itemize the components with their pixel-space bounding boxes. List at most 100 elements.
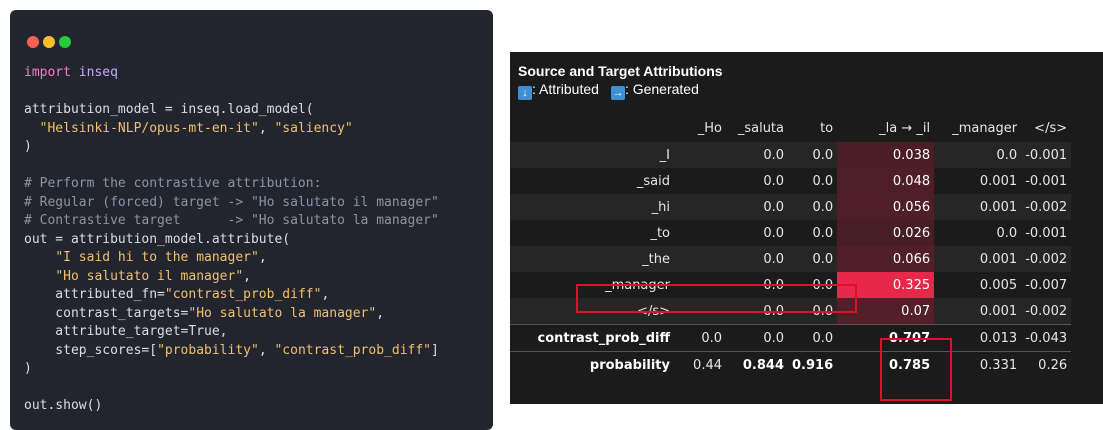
table-cell [674, 298, 726, 325]
step-score-cell: 0.26 [1021, 351, 1072, 378]
heat-cell: 0.038 [837, 142, 935, 168]
code-token: import [24, 65, 79, 80]
heat-cell: 0.066 [837, 246, 935, 272]
step-score-label: probability [510, 351, 674, 378]
row-label: _the [510, 246, 674, 272]
table-cell: -0.002 [1021, 246, 1072, 272]
code-line: attribution_model = inseq.load_model( [24, 101, 439, 120]
code-token: , [243, 268, 251, 284]
code-line: "Helsinki-NLP/opus-mt-en-it", "saliency" [24, 120, 439, 139]
code-line: # Regular (forced) target -> "Ho salutat… [24, 194, 439, 213]
table-cell: -0.001 [1025, 225, 1068, 241]
row-label: </s> [510, 298, 674, 325]
table-row: _hi 0.0 0.0 0.056 0.001 -0.002 [510, 194, 1072, 220]
row-label: _I [510, 142, 674, 168]
code-token: attribute_target=True, [24, 324, 228, 339]
code-token: out.show() [24, 398, 103, 413]
table-cell [674, 194, 726, 220]
code-token: out = attribution_model.attribute( [24, 231, 291, 247]
code-line: "Ho salutato il manager", [24, 268, 439, 287]
table-cell: 0.0 [726, 194, 788, 220]
table-cell: 0.0 [726, 246, 788, 272]
step-score-cell: 0.844 [726, 351, 788, 378]
code-token: ) [24, 361, 32, 376]
code-token: "I said hi to the manager" [55, 250, 259, 265]
code-token: , [258, 120, 275, 136]
table-cell: 0.0 [934, 142, 1022, 168]
heat-cell: 0.026 [837, 220, 935, 246]
code-window: import inseq attribution_model = inseq.lo… [10, 10, 493, 430]
table-cell: -0.002 [1021, 194, 1072, 220]
code-line: contrast_targets="Ho salutato la manager… [24, 305, 439, 324]
code-token: attribution_model = inseq.load_model( [24, 102, 314, 117]
table-cell: 0.0 [812, 277, 834, 293]
table-row: _to 0.0 0.0 0.026 0.0 -0.001 [510, 220, 1071, 246]
header-corner [510, 114, 674, 142]
table-cell: 0.0 [763, 277, 784, 293]
code-line: # Perform the contrastive attribution: [24, 175, 439, 194]
table-row: _manager 0.0 0.0 0.325 0.005 -0.007 [510, 272, 1071, 298]
generated-arrow-icon: → [610, 86, 625, 100]
table-cell: 0.001 [934, 194, 1022, 220]
heat-cell: 0.07 [837, 298, 935, 325]
table-row: </s> 0.0 0.0 0.07 0.001 -0.002 [510, 298, 1072, 325]
code-token: inseq [78, 65, 118, 80]
close-dot-icon[interactable] [27, 36, 39, 48]
step-score-cell: 0.0 [674, 324, 726, 352]
table-cell: 0.0 [763, 225, 784, 241]
table-cell [674, 168, 726, 194]
table-cell [674, 220, 726, 246]
code-token: "saliency" [274, 120, 353, 136]
table-cell: 0.001 [934, 298, 1022, 325]
step-score-row: contrast_prob_diff 0.0 0.0 0.0 0.707 0.013 -0.… [510, 324, 1072, 352]
table-cell: 0.0 [763, 173, 784, 189]
code-token: , [376, 305, 385, 321]
table-cell: 0.0 [726, 142, 788, 168]
minimize-dot-icon[interactable] [43, 36, 55, 48]
code-line: step_scores=["probability", "contrast_pr… [24, 342, 439, 361]
table-cell: 0.0 [812, 173, 834, 189]
code-token: "contrast_prob_diff" [274, 342, 432, 358]
heat-cell: 0.048 [837, 168, 935, 194]
table-cell: -0.002 [1021, 298, 1072, 325]
column-header: _la → _il [879, 120, 931, 136]
maximize-dot-icon[interactable] [59, 36, 71, 48]
table-cell: -0.001 [1021, 142, 1072, 168]
step-score-label: contrast_prob_diff [510, 324, 674, 352]
code-line: "I said hi to the manager", [24, 249, 439, 268]
table-cell [674, 142, 726, 168]
row-label: _manager [605, 277, 670, 293]
code-token: attributed_fn= [24, 287, 165, 302]
column-header: _Ho [697, 120, 722, 136]
table-cell: -0.001 [1025, 173, 1068, 189]
table-cell: 0.0 [788, 194, 838, 220]
row-label: _hi [510, 194, 674, 220]
code-token: "probability" [157, 342, 259, 358]
code-token: step_scores=[ [24, 342, 158, 358]
code-line: attribute_target=True, [24, 323, 439, 342]
row-label: _to [650, 225, 670, 241]
table-cell: 0.005 [979, 277, 1018, 293]
table-row: _I 0.0 0.0 0.038 0.0 -0.001 [510, 142, 1072, 168]
table-cell [674, 272, 726, 298]
code-block: import inseq attribution_model = inseq.lo… [24, 64, 439, 416]
table-cell: 0.0 [788, 298, 838, 325]
table-cell: 0.001 [979, 173, 1018, 189]
step-score-cell: 0.44 [674, 351, 726, 378]
code-token: # Perform the contrastive attribution: [24, 176, 322, 191]
code-token: "Helsinki-NLP/opus-mt-en-it" [39, 120, 259, 136]
step-score-cell: 0.013 [934, 324, 1022, 352]
column-header: _manager [952, 120, 1018, 136]
table-cell: -0.007 [1025, 277, 1068, 293]
code-line: out.show() [24, 397, 439, 416]
table-cell: 0.0 [788, 142, 838, 168]
column-header: to [820, 120, 834, 136]
code-token: ] [431, 342, 439, 358]
attributed-arrow-icon: ↓ [518, 86, 532, 100]
step-score-cell: 0.0 [788, 324, 838, 352]
